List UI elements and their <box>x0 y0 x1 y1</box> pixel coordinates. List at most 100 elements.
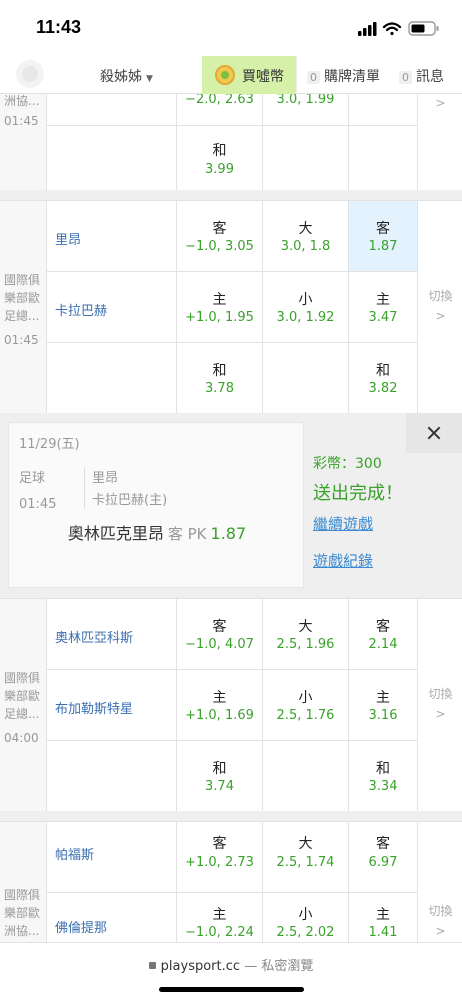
swap-label: 切換 <box>428 289 453 303</box>
odds-side: 小 <box>298 292 313 308</box>
status-icons <box>358 21 439 36</box>
coin-balance: 彩幣：300 <box>313 456 382 472</box>
total-odds-cell[interactable]: 小 3.0, 1.92 <box>262 272 348 342</box>
result-area: 彩幣：300 送出完成！ 繼續遊戲 遊戲紀錄 <box>313 453 403 571</box>
coin-icon <box>215 65 235 85</box>
league-name: 足總... <box>4 309 40 323</box>
odds-row: 和 3.99 <box>47 126 417 200</box>
team-name[interactable]: 布加勒斯特星 <box>55 698 133 717</box>
site-logo[interactable] <box>0 56 70 94</box>
league-name: 樂部歐 <box>4 291 41 305</box>
moneyline-odds-cell[interactable]: 客 6.97 <box>348 822 417 892</box>
spread-odds-cell[interactable]: 客 −1.0, 3.05 <box>176 201 262 271</box>
section-gap <box>0 190 462 200</box>
match-info-column: 國際俱 樂部歐 洲協... <box>0 822 47 942</box>
ticket-time: 01:45 <box>19 497 57 512</box>
odds-row: 帕福斯 客 +1.0, 2.73 大 2.5, 1.74 客 6.97 <box>47 822 417 893</box>
moneyline-odds-cell[interactable]: 主 1.41 <box>348 893 417 942</box>
ticket-divider <box>84 467 85 509</box>
spread-odds-cell[interactable]: 主 −1.0, 2.24 <box>176 893 262 942</box>
match-info-column: 國際俱 樂部歐 足總... 04:00 <box>0 599 47 812</box>
odds-row: 和 3.74 和 3.34 <box>47 741 417 812</box>
league-name: 國際俱 <box>4 273 41 287</box>
address-bar[interactable]: playsport.cc — 私密瀏覽 <box>0 955 462 974</box>
total-odds: 2.5, 2.02 <box>276 925 335 940</box>
odds-side: 和 <box>212 363 227 379</box>
swap-column[interactable]: 切換 > <box>417 201 462 414</box>
buy-coins-button[interactable]: 買噓幣 <box>202 56 297 94</box>
team-name[interactable]: 卡拉巴赫 <box>55 300 107 319</box>
total-odds-cell[interactable]: 大 3.0, 1.8 <box>262 201 348 271</box>
team-name[interactable]: 奧林匹亞科斯 <box>55 627 133 646</box>
swap-label: 切換 <box>428 904 453 918</box>
total-odds: 2.5, 1.76 <box>276 708 335 723</box>
odds-side: 小 <box>298 690 313 706</box>
cart-count: 0 <box>307 71 320 84</box>
draw-odds-cell[interactable]: 和 3.82 <box>348 343 417 414</box>
spread-odds-cell[interactable]: 主 +1.0, 1.95 <box>176 272 262 342</box>
draw-odds: 3.99 <box>205 162 234 177</box>
total-odds: 2.5, 1.74 <box>276 855 335 870</box>
team-name[interactable]: 帕福斯 <box>55 844 94 863</box>
messages-count: 0 <box>399 71 412 84</box>
spread-odds: −1.0, 2.24 <box>185 925 254 940</box>
chevron-right-icon: > <box>435 309 446 323</box>
cart-link[interactable]: 0 購牌清單 <box>307 66 380 86</box>
total-odds-cell[interactable]: 小 2.5, 2.02 <box>262 893 348 942</box>
close-icon[interactable] <box>406 413 462 453</box>
odds-side: 客 <box>376 836 390 852</box>
total-odds-cell[interactable]: 小 2.5, 1.76 <box>262 670 348 740</box>
spread-odds-cell[interactable]: 客 +1.0, 2.73 <box>176 822 262 892</box>
odds-row: 奧林匹亞科斯 客 −1.0, 4.07 大 2.5, 1.96 客 2.14 <box>47 599 417 670</box>
league-name: 樂部歐 <box>4 689 41 703</box>
moneyline-odds-cell[interactable]: 客 2.14 <box>348 599 417 669</box>
messages-link[interactable]: 0 訊息 <box>399 66 444 86</box>
chevron-right-icon: > <box>435 707 446 721</box>
team-name[interactable]: 里昂 <box>55 229 81 248</box>
caret-down-icon: ▼ <box>146 74 153 84</box>
pick-kind: 客 PK <box>167 525 207 543</box>
empty-cell <box>262 126 348 199</box>
spread-odds-cell[interactable]: 主 +1.0, 1.69 <box>176 670 262 740</box>
total-odds: 3.0, 1.8 <box>280 239 331 254</box>
draw-odds-cell[interactable]: 和 3.99 <box>176 126 262 199</box>
spread-odds: −1.0, 4.07 <box>185 637 254 652</box>
draw-odds-cell[interactable]: 和 3.78 <box>176 343 262 414</box>
moneyline-odds-cell[interactable]: 主 3.16 <box>348 670 417 740</box>
match-info-column: 國際俱 樂部歐 足總... 01:45 <box>0 201 47 414</box>
total-odds-cell[interactable]: 大 2.5, 1.96 <box>262 599 348 669</box>
private-mode-label: — 私密瀏覽 <box>244 959 314 974</box>
total-odds: 3.0, 1.92 <box>276 310 335 325</box>
league-name: 樂部歐 <box>4 906 41 920</box>
league-name: 國際俱 <box>4 888 41 902</box>
bet-confirmation-panel: 11/29(五) 足球 01:45 里昂 卡拉巴赫(主) 奧林匹克里昂客 PK 1… <box>0 413 462 598</box>
battery-icon <box>408 21 439 36</box>
odds-side: 大 <box>298 221 313 237</box>
total-odds-cell[interactable]: 大 2.5, 1.74 <box>262 822 348 892</box>
spread-odds: +1.0, 2.73 <box>185 855 254 870</box>
team-name[interactable]: 佛倫提那 <box>55 917 107 936</box>
moneyline-odds: 3.47 <box>368 310 398 325</box>
swap-column[interactable]: 切換 > <box>417 822 462 942</box>
draw-odds-cell[interactable]: 和 3.74 <box>176 741 262 812</box>
draw-odds-cell[interactable]: 和 3.34 <box>348 741 417 812</box>
page: 11:43 殺姊姊 ▼ 買噓幣 0 購牌清單 0 訊息 洲協... 01:45 … <box>0 0 462 1000</box>
ticket-home-team: 卡拉巴赫(主) <box>92 493 168 508</box>
odds-side: 主 <box>212 907 227 923</box>
odds-side: 主 <box>376 292 390 308</box>
spread-odds: −2.0, 2.63 <box>185 92 254 107</box>
user-name: 殺姊姊 <box>100 69 142 85</box>
home-indicator[interactable] <box>159 987 304 992</box>
user-menu[interactable]: 殺姊姊 ▼ <box>100 66 153 86</box>
lock-icon <box>148 962 156 969</box>
odds-side: 和 <box>212 143 227 159</box>
game-history-link[interactable]: 遊戲紀錄 <box>313 550 403 571</box>
moneyline-odds-cell-selected[interactable]: 客 1.87 <box>348 201 417 271</box>
moneyline-odds-cell[interactable]: 主 3.47 <box>348 272 417 342</box>
spread-odds-cell[interactable]: 客 −1.0, 4.07 <box>176 599 262 669</box>
ticket-date: 11/29(五) <box>19 437 80 452</box>
swap-label: 切換 <box>428 687 453 701</box>
odds-row: 里昂 客 −1.0, 3.05 大 3.0, 1.8 客 1.87 <box>47 201 417 272</box>
swap-column[interactable]: 切換 > <box>417 599 462 812</box>
continue-game-link[interactable]: 繼續遊戲 <box>313 513 403 534</box>
